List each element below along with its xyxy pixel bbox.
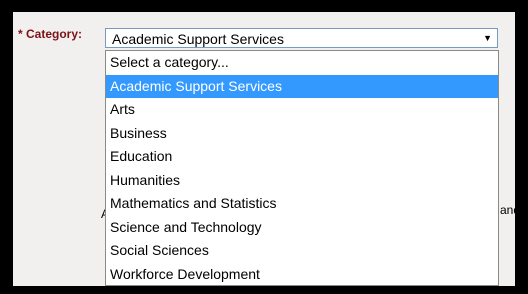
option-humanities[interactable]: Humanities (106, 169, 498, 193)
option-academic-support-services[interactable]: Academic Support Services (106, 74, 498, 98)
option-workforce-development[interactable]: Workforce Development (106, 263, 498, 286)
option-education[interactable]: Education (106, 145, 498, 169)
category-select[interactable]: Academic Support Services ▼ (105, 28, 498, 48)
option-business[interactable]: Business (106, 122, 498, 146)
option-science-and-technology[interactable]: Science and Technology (106, 216, 498, 240)
option-social-sciences[interactable]: Social Sciences (106, 239, 498, 263)
window-edge-bottom (0, 286, 528, 294)
option-mathematics-and-statistics[interactable]: Mathematics and Statistics (106, 192, 498, 216)
chevron-down-icon[interactable]: ▼ (483, 33, 492, 43)
category-label: * Category: (18, 27, 83, 41)
category-select-value: Academic Support Services (112, 31, 284, 47)
option-select-a-category[interactable]: Select a category... (106, 51, 498, 75)
window-edge-right (515, 12, 528, 294)
option-arts[interactable]: Arts (106, 98, 498, 122)
category-dropdown-list: Select a category... Academic Support Se… (105, 50, 499, 286)
